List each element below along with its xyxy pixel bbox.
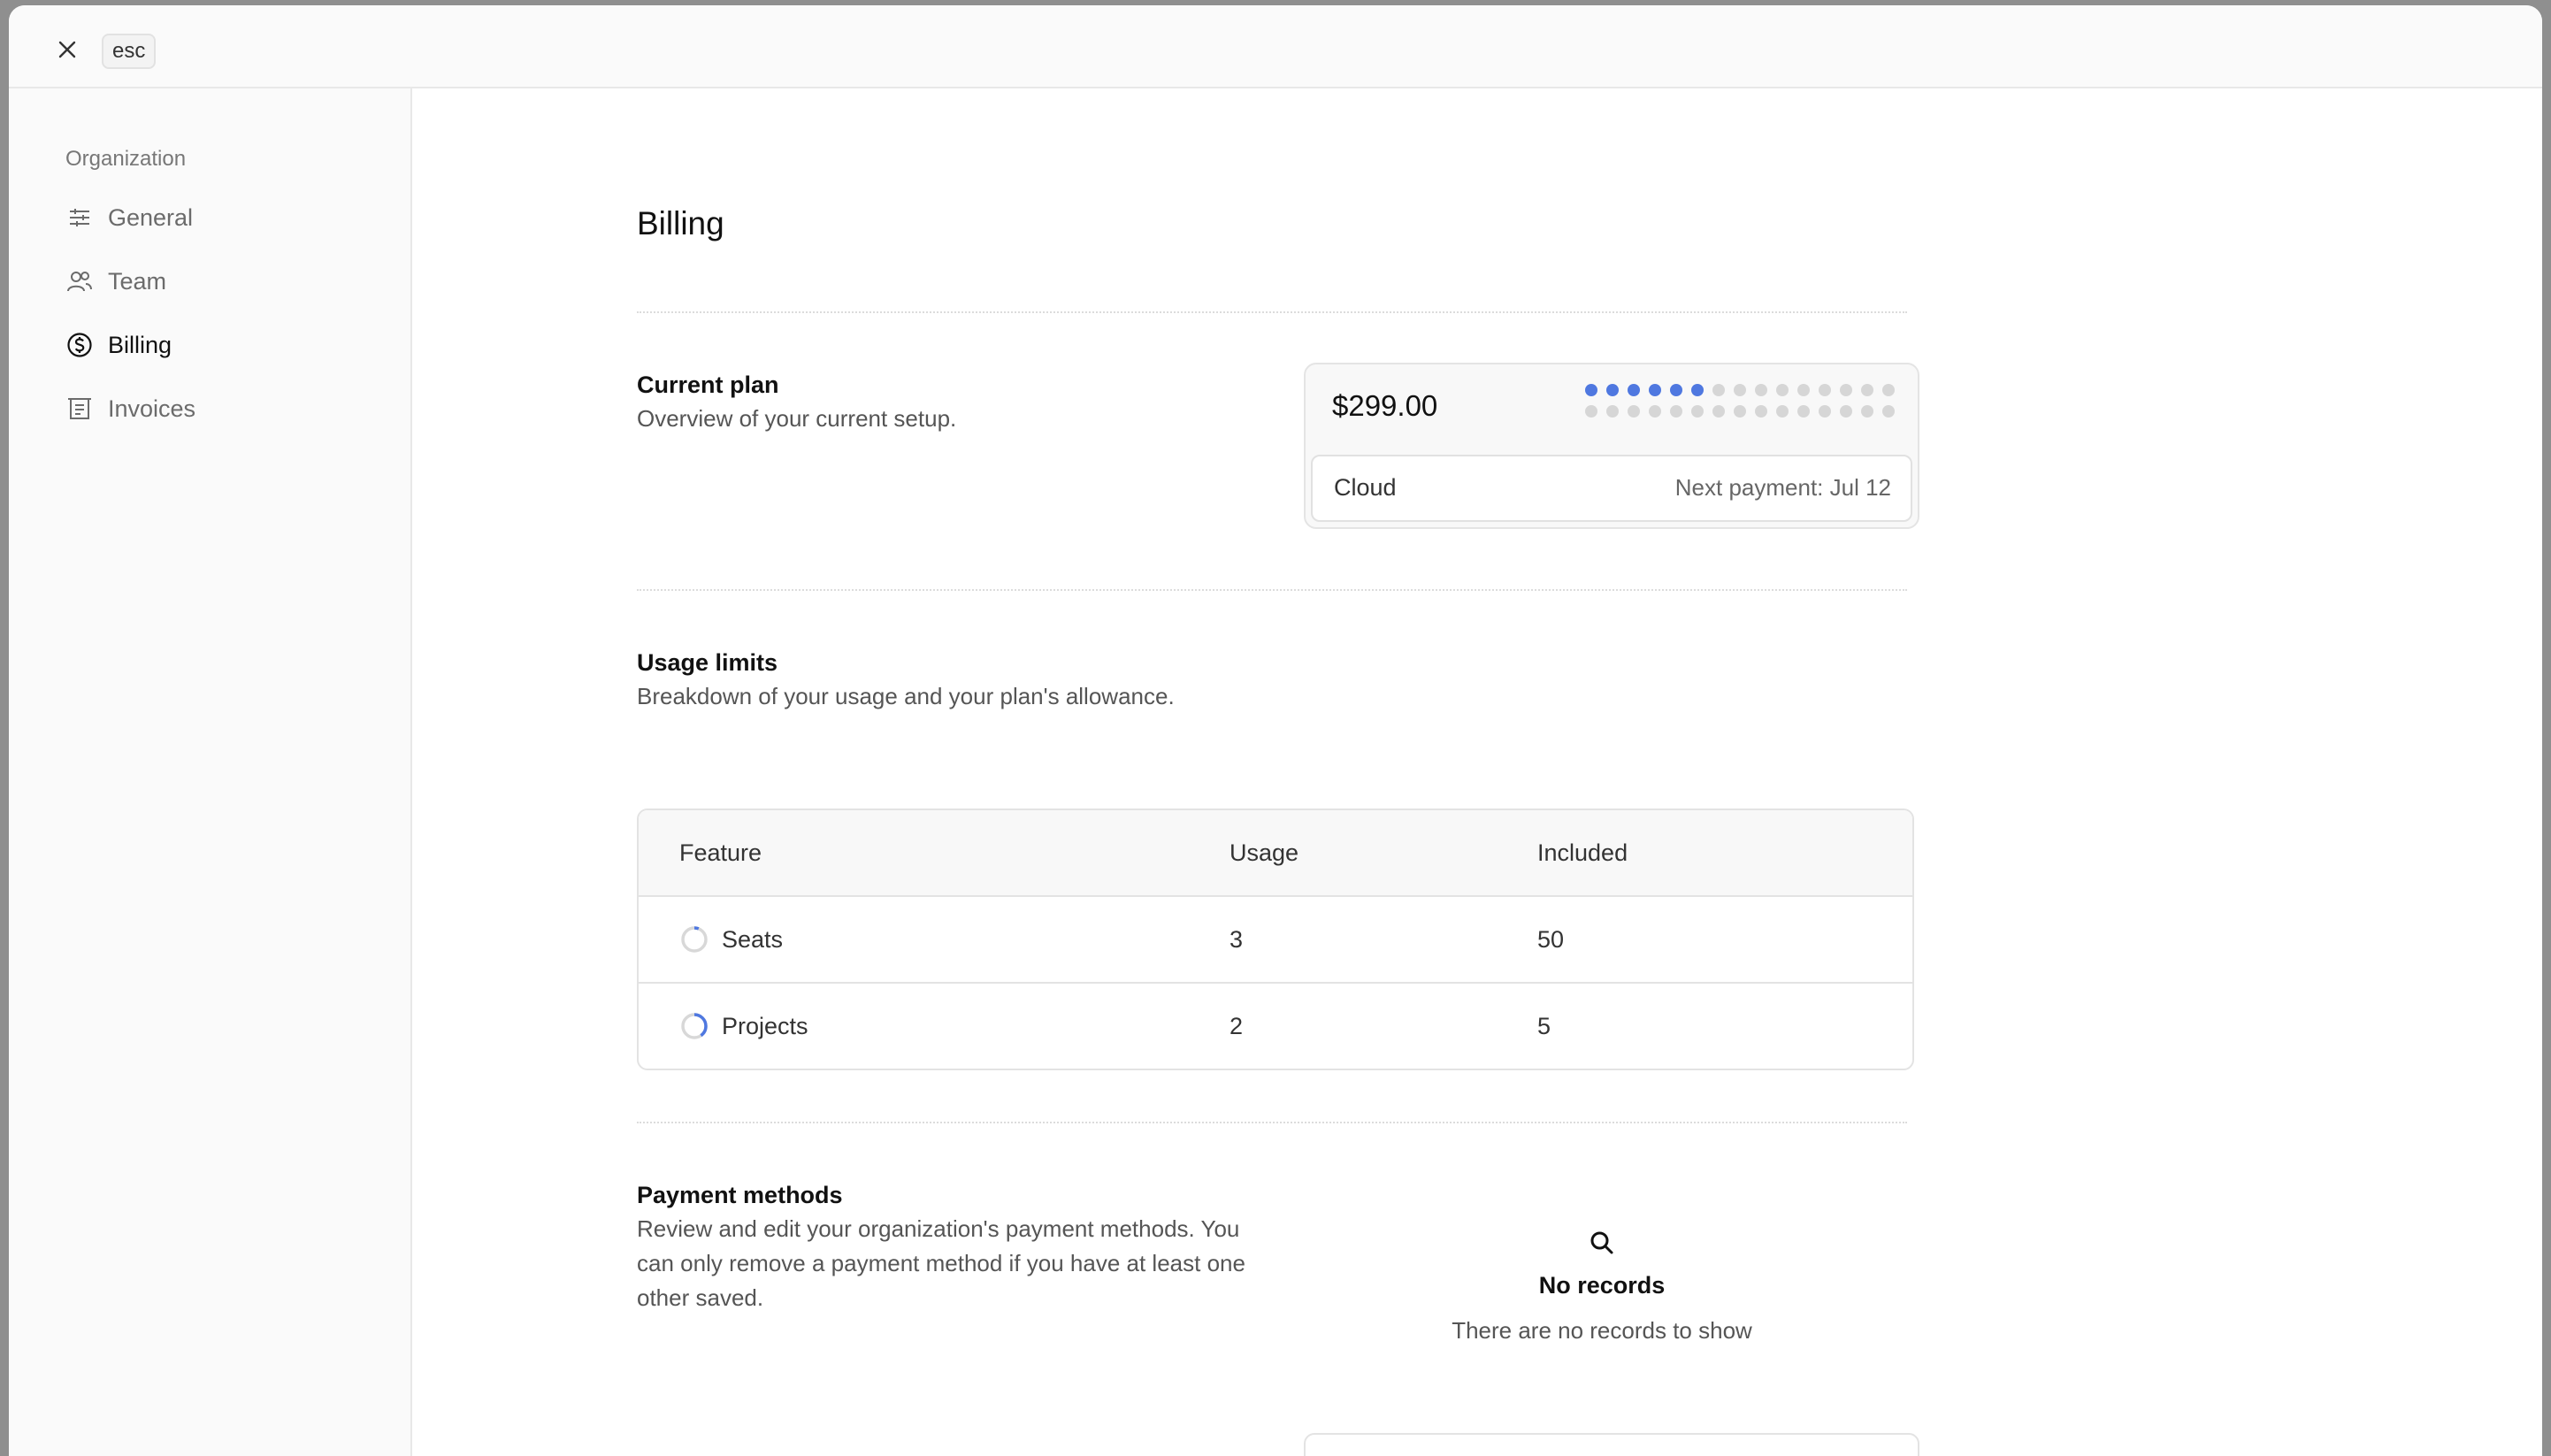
divider bbox=[637, 311, 1907, 313]
billing-dot-empty bbox=[1628, 405, 1640, 418]
column-header-feature: Feature bbox=[679, 839, 762, 866]
progress-ring-icon bbox=[681, 1013, 708, 1039]
billing-dot-empty bbox=[1691, 405, 1704, 418]
sidebar-item-billing[interactable]: Billing bbox=[65, 324, 172, 366]
sidebar-item-invoices[interactable]: Invoices bbox=[65, 387, 195, 430]
billing-dot-filled bbox=[1606, 384, 1619, 396]
current-plan-description: Overview of your current setup. bbox=[637, 405, 957, 432]
plan-details: Cloud Next payment: Jul 12 bbox=[1311, 455, 1912, 522]
partial-card bbox=[1304, 1433, 1919, 1456]
divider bbox=[637, 1122, 1907, 1123]
payment-methods-title: Payment methods bbox=[637, 1182, 843, 1208]
search-icon bbox=[1590, 1231, 1613, 1254]
billing-dot-empty bbox=[1882, 384, 1895, 396]
table-row: Projects 2 5 bbox=[639, 984, 1912, 1069]
billing-dot-empty bbox=[1606, 405, 1619, 418]
esc-key-hint: esc bbox=[102, 34, 157, 69]
sliders-icon bbox=[65, 203, 94, 232]
billing-dot-filled bbox=[1585, 384, 1597, 396]
billing-dot-empty bbox=[1797, 384, 1810, 396]
billing-dot-empty bbox=[1712, 405, 1725, 418]
users-icon bbox=[65, 267, 94, 295]
plan-name: Cloud bbox=[1334, 474, 1397, 501]
feature-cell: Seats bbox=[679, 897, 783, 982]
column-header-usage: Usage bbox=[1230, 839, 1299, 866]
billing-dot-empty bbox=[1840, 405, 1852, 418]
payment-methods-description: Review and edit your organization's paym… bbox=[637, 1215, 1245, 1311]
empty-state: No records There are no records to show bbox=[1297, 1230, 1907, 1345]
column-header-included: Included bbox=[1537, 839, 1628, 866]
billing-dot-empty bbox=[1649, 405, 1661, 418]
page-title: Billing bbox=[637, 205, 724, 241]
billing-dot-empty bbox=[1882, 405, 1895, 418]
billing-dot-empty bbox=[1755, 405, 1767, 418]
billing-cycle-dots bbox=[1585, 384, 1904, 418]
billing-dot-filled bbox=[1670, 384, 1682, 396]
receipt-icon bbox=[65, 395, 94, 423]
sidebar: Organization General Team Billing Invoic… bbox=[9, 88, 412, 1456]
billing-dot-filled bbox=[1649, 384, 1661, 396]
dollar-circle-icon bbox=[65, 331, 94, 359]
progress-ring-icon bbox=[681, 926, 708, 953]
billing-dot-filled bbox=[1628, 384, 1640, 396]
sidebar-heading: Organization bbox=[65, 147, 187, 171]
billing-dot-empty bbox=[1755, 384, 1767, 396]
included-value: 50 bbox=[1537, 926, 1565, 953]
next-payment: Next payment: Jul 12 bbox=[1674, 474, 1891, 501]
top-bar: esc bbox=[9, 5, 2542, 88]
billing-dot-filled bbox=[1691, 384, 1704, 396]
close-button[interactable] bbox=[50, 32, 85, 67]
billing-dot-empty bbox=[1861, 384, 1873, 396]
empty-state-title: No records bbox=[1538, 1272, 1666, 1299]
empty-state-subtitle: There are no records to show bbox=[1452, 1317, 1752, 1344]
billing-dot-empty bbox=[1670, 405, 1682, 418]
billing-dot-empty bbox=[1819, 384, 1831, 396]
included-value: 5 bbox=[1537, 1013, 1551, 1039]
main-content: Billing Current plan Overview of your cu… bbox=[412, 88, 2542, 1456]
feature-name: Projects bbox=[722, 1013, 808, 1039]
billing-dot-empty bbox=[1712, 384, 1725, 396]
feature-cell: Projects bbox=[679, 984, 808, 1069]
plan-price: $299.00 bbox=[1332, 389, 1438, 422]
usage-value: 2 bbox=[1230, 1013, 1244, 1039]
sidebar-item-label: Billing bbox=[108, 331, 172, 358]
billing-dot-empty bbox=[1776, 384, 1789, 396]
billing-dot-empty bbox=[1776, 405, 1789, 418]
billing-dot-empty bbox=[1797, 405, 1810, 418]
usage-table: Feature Usage Included Seats 3 50 Projec… bbox=[637, 808, 1914, 1070]
divider bbox=[637, 589, 1907, 591]
sidebar-item-team[interactable]: Team bbox=[65, 260, 166, 303]
feature-name: Seats bbox=[722, 926, 784, 953]
billing-dot-empty bbox=[1840, 384, 1852, 396]
table-header: Feature Usage Included bbox=[639, 810, 1912, 897]
table-row: Seats 3 50 bbox=[639, 897, 1912, 984]
billing-dot-empty bbox=[1861, 405, 1873, 418]
usage-limits-title: Usage limits bbox=[637, 649, 778, 676]
current-plan-title: Current plan bbox=[637, 372, 779, 398]
billing-dot-empty bbox=[1819, 405, 1831, 418]
settings-window: esc Organization General Team Billing In… bbox=[9, 5, 2542, 1456]
billing-dot-empty bbox=[1585, 405, 1597, 418]
sidebar-item-general[interactable]: General bbox=[65, 196, 193, 239]
plan-card: $299.00 Cloud Next payment: Jul 12 bbox=[1304, 363, 1919, 529]
close-icon bbox=[58, 41, 76, 58]
sidebar-item-label: Invoices bbox=[108, 395, 196, 422]
sidebar-item-label: Team bbox=[108, 267, 167, 295]
billing-dot-empty bbox=[1734, 405, 1746, 418]
usage-value: 3 bbox=[1230, 926, 1244, 953]
usage-limits-description: Breakdown of your usage and your plan's … bbox=[637, 683, 1175, 709]
billing-dot-empty bbox=[1734, 384, 1746, 396]
sidebar-item-label: General bbox=[108, 203, 194, 231]
